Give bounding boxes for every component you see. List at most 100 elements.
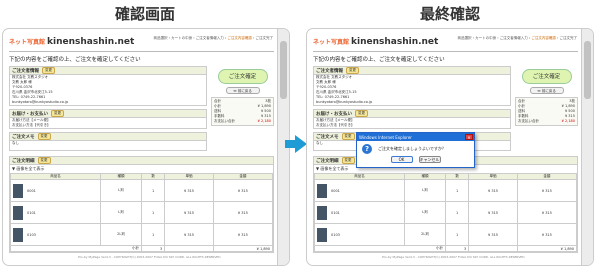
section-title: お届け・お支払い — [316, 111, 352, 117]
table-row: 0101 L判 1 ¥ 315 ¥ 315 — [9, 201, 274, 224]
change-button[interactable]: 変更 — [42, 67, 55, 74]
info-line: bunkyotaro@bunkyostudio.co.jp — [316, 100, 373, 104]
section-title: ご注文メモ — [12, 134, 35, 140]
nav-step[interactable]: 商品選択 — [458, 36, 472, 40]
section-header: ご注文者情報 変更 — [10, 67, 206, 75]
change-button[interactable]: 変更 — [37, 157, 51, 164]
summary-row-total: お支払い合計 ¥ 2,180 — [518, 119, 575, 124]
items-table: 商品名 種類数単価 金額 0001 L判 1 ¥ 315 ¥ 315 0101 L判 1 ¥ 31… — [9, 173, 274, 252]
step-nav: 商品選択 › カートの中身 › ご注文者情報入力 › ご注文内容確認 › ご注文… — [457, 36, 578, 40]
copyright: Pro-by MyPage Ver4.3 - COPYRIGHT(C) 2003… — [382, 255, 525, 259]
summary-row-total: お支払い合計 ¥ 2,180 — [214, 119, 271, 124]
item-qty: 1 — [444, 201, 470, 224]
item-qty: 1 — [444, 223, 470, 246]
item-type: L判 — [404, 179, 446, 202]
item-type: L判 — [100, 179, 142, 202]
subtotal-qty: 3 — [140, 245, 166, 252]
back-button[interactable]: ≪ 前に戻る — [529, 87, 564, 94]
change-button[interactable]: 変更 — [37, 133, 51, 140]
photo-thumbnail — [317, 183, 327, 198]
payment-section: お届け・お支払い 変更 お届け方法【メール便】 お支払い方法【代引き】 — [313, 109, 511, 129]
main-row: ご注文者情報 変更 株式会社 文教スタジオ 文教 太郎 様 〒920-0376 石… — [9, 66, 274, 154]
item-unit: ¥ 315 — [164, 201, 214, 224]
table-row: 0103 2L判 1 ¥ 315 ¥ 315 — [9, 223, 274, 246]
nav-step[interactable]: カートの中身 — [475, 36, 496, 40]
item-name: 0001 — [27, 188, 36, 193]
table-row: 0103 2L判 1 ¥ 315 ¥ 315 — [313, 223, 578, 246]
table-row: 0101 L判 1 ¥ 315 ¥ 315 — [313, 201, 578, 224]
dialog-message: ご注文を確定しましょうよいですか？ — [378, 146, 446, 151]
section-title: ご注文者情報 — [12, 68, 39, 74]
change-button[interactable]: 変更 — [51, 110, 64, 117]
nav-step: ご注文完了 — [255, 36, 274, 40]
close-icon[interactable]: ✕ — [465, 134, 473, 140]
show-all-images-toggle[interactable]: ▼ 画像を全て表示 — [10, 165, 273, 173]
item-name: 0001 — [331, 188, 340, 193]
item-name-cell: 0001 — [313, 179, 406, 202]
orderer-section: ご注文者情報 変更 株式会社 文教スタジオ 文教 太郎 様 〒920-0376 石… — [9, 66, 207, 106]
site-logo: ネット写真館 — [313, 39, 350, 46]
scrollbar-thumb[interactable] — [584, 41, 591, 99]
memo-section: ご注文メモ 変更 なし — [9, 132, 207, 151]
nav-step[interactable]: 商品選択 — [154, 36, 168, 40]
section-title: ご注文明細 — [12, 158, 35, 164]
back-button[interactable]: ≪ 前に戻る — [225, 87, 260, 94]
instruction: 下記の内容をご確認の上、ご注文を確定してください — [9, 57, 141, 63]
items-section: ご注文明細 変更 ▼ 画像を全て表示 商品名 種類数単価 金額 0001 L判 1 ¥ 31… — [9, 156, 274, 253]
site-name: kinenshashin.net — [47, 36, 135, 47]
orderer-section: ご注文者情報 変更 株式会社 文教スタジオ 文教 太郎 様 〒920-0376 石… — [313, 66, 511, 106]
question-icon: ? — [362, 144, 372, 154]
summary-label: お支払い合計 — [518, 119, 539, 123]
photo-thumbnail — [13, 205, 23, 220]
instruction: 下記の内容をご確認の上、ご注文を確定してください — [313, 57, 445, 63]
scrollbar-thumb[interactable] — [280, 41, 287, 99]
item-amount: ¥ 315 — [212, 223, 274, 246]
section-title: ご注文者情報 — [316, 68, 343, 74]
subtotal-qty: 3 — [444, 245, 470, 252]
section-header: お届け・お支払い 変更 — [10, 110, 206, 118]
nav-step[interactable]: ご注文者情報入力 — [500, 36, 528, 40]
subtotal-amount: ¥ 1,890 — [212, 245, 274, 252]
empty-cell — [164, 245, 214, 252]
table-row: 0001 L判 1 ¥ 315 ¥ 315 — [9, 179, 274, 202]
summary-box: 合計 3枚 小計 ¥ 1,890 送料 ¥ 500 手数料 ¥ 315 お支払い合計 ¥ … — [211, 97, 274, 126]
change-button[interactable]: 変更 — [341, 157, 355, 164]
change-button[interactable]: 変更 — [355, 110, 368, 117]
confirm-button[interactable]: ご注文確定 — [521, 69, 572, 84]
payment-section: お届け・お支払い 変更 お届け方法【メール便】 お支払い方法【代引き】 — [9, 109, 207, 129]
item-name-cell: 0103 — [313, 223, 406, 246]
item-qty: 1 — [140, 201, 166, 224]
nav-step[interactable]: カートの中身 — [171, 36, 192, 40]
ok-button[interactable]: OK — [390, 156, 413, 163]
item-name-cell: 0103 — [9, 223, 102, 246]
summary-label: お支払い合計 — [214, 119, 235, 123]
item-unit: ¥ 315 — [468, 223, 518, 246]
subtotal-amount: ¥ 1,890 — [516, 245, 578, 252]
memo-text: なし — [12, 141, 19, 145]
section-title: ご注文明細 — [316, 158, 339, 164]
scrollbar[interactable] — [581, 29, 593, 265]
photo-thumbnail — [13, 227, 23, 242]
page-content: ネット写真館 kinenshashin.net 商品選択 › カートの中身 › … — [3, 29, 279, 265]
change-button[interactable]: 変更 — [346, 67, 359, 74]
section-header: お届け・お支払い 変更 — [314, 110, 510, 118]
subtotal-row: 小計 3 ¥ 1,890 — [314, 245, 578, 252]
right-column: ご注文確定 ≪ 前に戻る 合計 3枚 小計 ¥ 1,890 送料 ¥ 500 手数料 ¥… — [515, 66, 578, 154]
confirm-button[interactable]: ご注文確定 — [217, 69, 268, 84]
photo-thumbnail — [13, 183, 23, 198]
site-name: kinenshashin.net — [351, 36, 439, 47]
item-name: 0101 — [331, 210, 340, 215]
panel-left: ネット写真館 kinenshashin.net 商品選択 › カートの中身 › … — [2, 28, 290, 266]
cancel-button[interactable]: キャンセル — [418, 156, 441, 163]
item-amount: ¥ 315 — [516, 179, 578, 202]
change-button[interactable]: 変更 — [341, 133, 355, 140]
section-header: ご注文メモ 変更 — [10, 133, 206, 141]
item-name-cell: 0101 — [9, 201, 102, 224]
nav-step: ご注文完了 — [559, 36, 578, 40]
dialog-title: Windows Internet Explorer — [359, 134, 412, 140]
step-nav: 商品選択 › カートの中身 › ご注文者情報入力 › ご注文内容確認 › ご注文… — [153, 36, 274, 40]
divider — [9, 51, 274, 52]
nav-step[interactable]: ご注文者情報入力 — [196, 36, 224, 40]
item-amount: ¥ 315 — [212, 201, 274, 224]
subtotal-label: 小計 — [10, 245, 142, 252]
